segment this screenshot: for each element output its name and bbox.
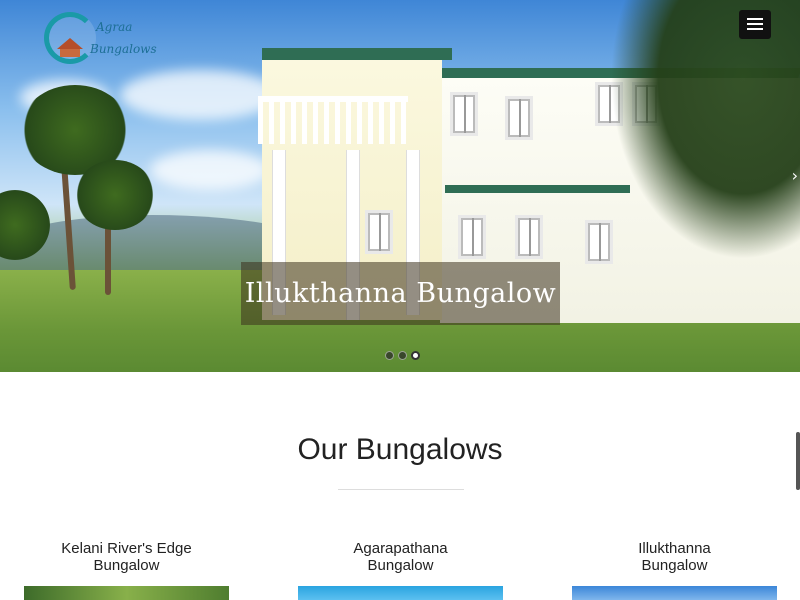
window xyxy=(585,220,613,264)
house-icon xyxy=(57,38,83,49)
window xyxy=(365,210,393,254)
card-title-illukthanna[interactable]: Illukthanna Bungalow xyxy=(572,540,777,574)
roof xyxy=(262,48,452,60)
palm-crown xyxy=(75,160,155,230)
window xyxy=(515,215,543,259)
house-base-icon xyxy=(60,49,80,57)
divider xyxy=(338,489,464,490)
logo-text-line2: Bungalows xyxy=(90,42,157,56)
card-title-line2: Bungalow xyxy=(641,557,708,574)
window xyxy=(458,215,486,259)
hamburger-icon xyxy=(747,28,763,30)
hamburger-icon xyxy=(747,23,763,25)
menu-button[interactable] xyxy=(739,10,771,39)
slide-dot-2[interactable] xyxy=(398,351,407,360)
window xyxy=(505,96,533,140)
card-title-agarapathana[interactable]: Agarapathana Bungalow xyxy=(298,540,503,574)
site-logo[interactable]: Agraa Bungalows xyxy=(44,8,157,70)
cloud xyxy=(150,150,270,190)
balcony xyxy=(258,96,408,144)
window xyxy=(450,92,478,136)
hamburger-icon xyxy=(747,18,763,20)
card-title-line1: Kelani River's Edge xyxy=(61,540,192,557)
card-image-illukthanna[interactable] xyxy=(572,586,777,600)
slide-dot-1[interactable] xyxy=(385,351,394,360)
card-title-line1: Illukthanna xyxy=(638,540,711,557)
card-title-line2: Bungalow xyxy=(93,557,160,574)
section-title: Our Bungalows xyxy=(297,433,503,466)
card-title-line2: Bungalow xyxy=(367,557,434,574)
card-title-line1: Agarapathana xyxy=(353,540,448,557)
chevron-right-icon[interactable]: › xyxy=(792,166,798,185)
slide-dot-3[interactable] xyxy=(411,351,420,360)
slider-pagination xyxy=(385,351,420,360)
card-image-agarapathana[interactable] xyxy=(298,586,503,600)
cloud xyxy=(120,70,280,120)
card-title-kelani[interactable]: Kelani River's Edge Bungalow xyxy=(24,540,229,574)
card-image-kelani[interactable] xyxy=(24,586,229,600)
logo-text-line1: Agraa xyxy=(96,20,133,34)
pine-tree xyxy=(610,0,800,260)
slide-caption: Illukthanna Bungalow xyxy=(241,262,560,325)
porch-roof xyxy=(445,185,630,193)
scrollbar-thumb[interactable] xyxy=(796,432,800,490)
